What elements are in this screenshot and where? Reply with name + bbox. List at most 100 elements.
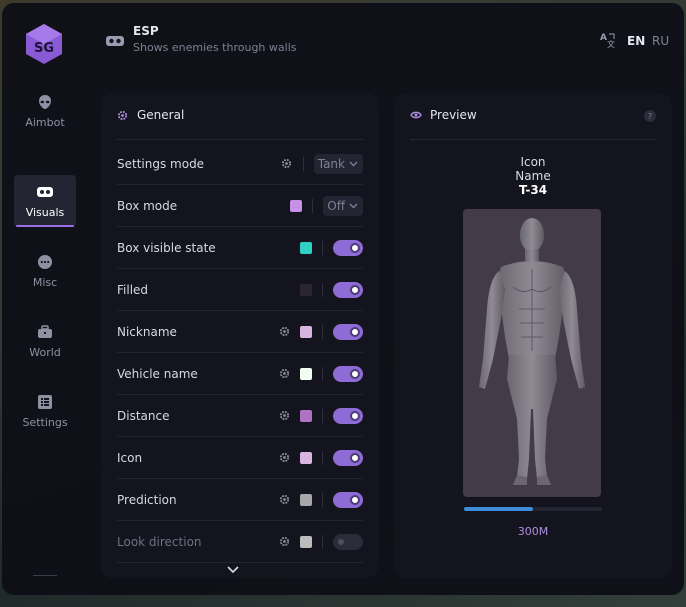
gear-icon[interactable] [278,410,290,422]
setting-label: Look direction [117,534,202,549]
gear-icon[interactable] [278,368,290,380]
language-ru-button[interactable]: RU [652,34,669,48]
select-value: Tank [317,156,345,171]
health-bar-fill [464,507,533,511]
settings-mode-select[interactable]: Tank [313,153,363,174]
setting-row-distance: Distance [117,395,363,437]
setting-label: Settings mode [117,156,205,171]
color-swatch[interactable] [300,367,312,380]
chevron-down-icon [349,203,359,209]
look-direction-toggle[interactable] [333,533,363,550]
sidebar-item-label: Misc [32,275,58,289]
color-swatch[interactable] [300,493,312,506]
setting-label: Box visible state [117,240,216,255]
gear-icon[interactable] [281,158,293,170]
sidebar-item-visuals[interactable]: Visuals [14,175,76,227]
panel-divider [117,139,363,140]
gear-icon [117,109,129,121]
preview-vehicle-label: T-34 [518,183,548,197]
setting-row-settings-mode: Settings mode Tank [117,143,363,185]
filled-toggle[interactable] [333,281,363,298]
briefcase-icon [36,324,54,340]
prediction-toggle[interactable] [333,491,363,508]
row-divider [312,198,314,213]
setting-label: Box mode [117,198,178,213]
setting-row-icon: Icon [117,437,363,479]
color-swatch[interactable] [300,325,312,338]
distance-toggle[interactable] [333,407,363,424]
app-logo-icon: SG [24,23,64,65]
setting-row-vehicle-name: Vehicle name [117,353,363,395]
chevron-down-icon[interactable] [227,559,239,574]
dots-circle-icon [36,254,54,270]
toggle-knob [350,242,360,253]
svg-text:SG: SG [34,41,54,56]
row-divider [322,240,323,255]
vehicle-name-toggle[interactable] [333,365,363,382]
sidebar-item-misc[interactable]: Misc [14,245,76,297]
translate-icon: A文 [599,31,617,49]
setting-row-filled: Filled [117,269,363,311]
sidebar-item-world[interactable]: World [14,315,76,367]
panel-divider [410,139,656,140]
gear-icon[interactable] [278,326,290,338]
vr-goggles-icon [105,33,125,49]
svg-text:A: A [600,33,607,43]
sidebar: SG Aimbot Visuals Misc World Settings [2,3,88,595]
setting-label: Prediction [117,492,177,507]
setting-row-prediction: Prediction [117,479,363,521]
gear-icon[interactable] [278,494,290,506]
gear-icon[interactable] [278,536,290,548]
setting-row-box-mode: Box mode Off [117,185,363,227]
box-visible-state-toggle[interactable] [333,239,363,256]
alien-head-icon [36,94,54,110]
box-mode-select[interactable]: Off [323,195,363,216]
language-en-button[interactable]: EN [627,34,645,48]
row-divider [322,366,323,381]
help-icon[interactable]: ? [644,110,656,122]
sidebar-item-aimbot[interactable]: Aimbot [14,85,76,137]
preview-labels: Icon Name T-34 [394,155,672,197]
preview-icon-label: Icon [520,155,546,169]
color-swatch[interactable] [290,199,303,212]
select-value: Off [327,198,345,213]
setting-row-box-visible-state: Box visible state [117,227,363,269]
vr-goggles-icon [36,184,54,200]
setting-row-nickname: Nickname [117,311,363,353]
color-swatch[interactable] [300,535,312,548]
toggle-knob [350,284,360,295]
color-swatch[interactable] [300,409,312,422]
setting-label: Vehicle name [117,366,198,381]
toggle-knob [350,368,360,379]
row-divider [322,282,323,297]
page-title: ESP [133,24,159,38]
nickname-toggle[interactable] [333,323,363,340]
settings-list: Settings mode Tank Box mode Off Box visible … [117,143,363,563]
setting-label: Distance [117,408,170,423]
color-swatch[interactable] [300,241,312,254]
setting-label: Icon [117,450,143,465]
svg-text:文: 文 [607,39,615,49]
health-bar [464,507,602,511]
icon-toggle[interactable] [333,449,363,466]
toggle-knob [350,452,360,463]
sidebar-item-settings[interactable]: Settings [14,385,76,437]
humanoid-model-icon [479,218,585,485]
general-panel-header: General [117,108,184,122]
gear-icon[interactable] [278,452,290,464]
row-divider [322,408,323,423]
panel-title: General [137,108,185,122]
color-swatch[interactable] [300,283,312,296]
esp-window: SG Aimbot Visuals Misc World Settings ES… [2,3,684,595]
sidebar-item-label: Visuals [25,205,65,219]
preview-panel: Preview ? Icon Name T-34 300M [394,93,672,578]
panel-title: Preview [430,108,477,122]
toggle-knob [350,410,360,421]
row-divider [322,534,323,549]
chevron-down-icon [349,161,359,167]
setting-row-look-direction: Look direction [117,521,363,563]
color-swatch[interactable] [300,451,312,464]
toggle-knob [350,326,360,337]
general-panel: General Settings mode Tank Box mode Off Box … [101,93,379,578]
row-divider [302,156,304,171]
